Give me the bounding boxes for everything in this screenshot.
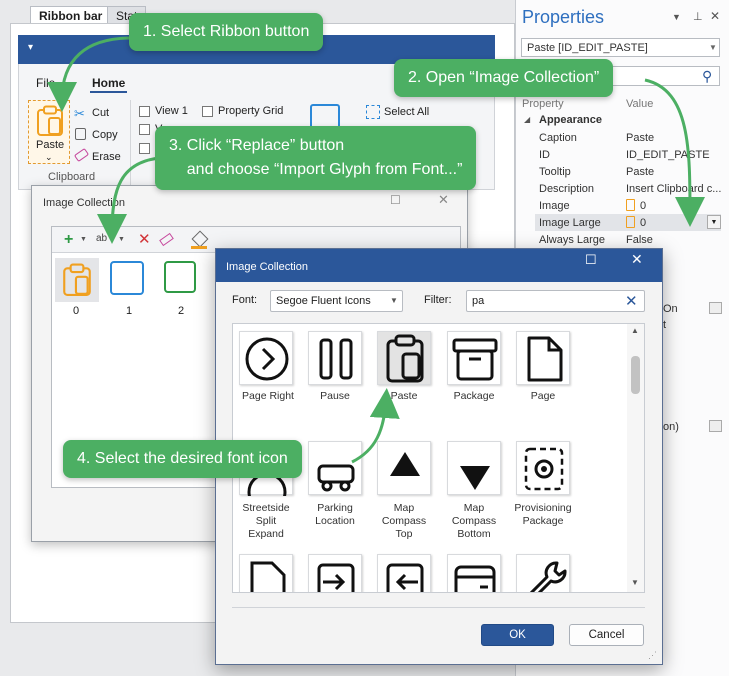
callout-step-3: 3. Click “Replace” button and choose “Im… bbox=[155, 126, 477, 190]
callout-step-2: 2. Open “Image Collection” bbox=[394, 59, 614, 97]
callout-step-4: 4. Select the desired font icon bbox=[63, 440, 302, 478]
callout-step-1: 1. Select Ribbon button bbox=[129, 13, 324, 51]
callout-arrows bbox=[47, 36, 705, 464]
